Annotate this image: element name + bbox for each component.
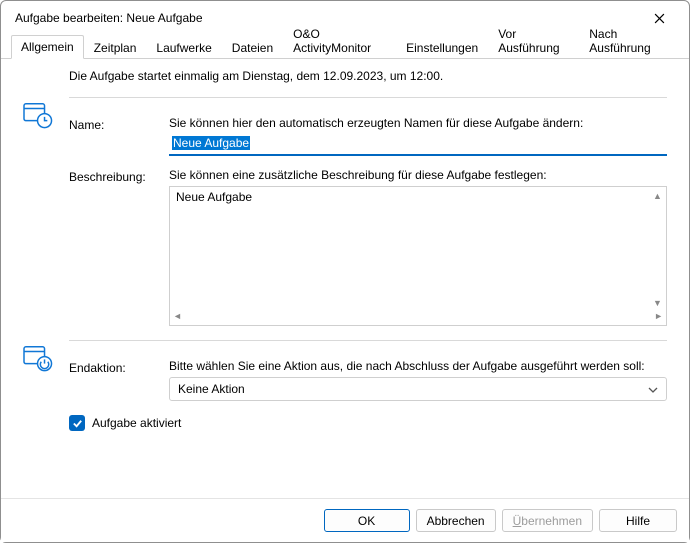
name-input[interactable]: Neue Aufgabe xyxy=(169,134,667,156)
section-icon-end xyxy=(23,340,69,375)
name-input-value: Neue Aufgabe xyxy=(172,136,250,150)
endaction-value: Keine Aktion xyxy=(178,382,245,396)
description-label: Beschreibung: xyxy=(69,168,169,326)
dialog-footer: OK Abbrechen Übernehmen Hilfe xyxy=(1,498,689,542)
tab-content: Die Aufgabe startet einmalig am Dienstag… xyxy=(1,59,689,498)
tab-nach-ausfuehrung[interactable]: Nach Ausführung xyxy=(579,22,679,59)
section-endaction: Endaktion: Bitte wählen Sie eine Aktion … xyxy=(23,340,667,405)
scroll-left-icon[interactable]: ◄ xyxy=(173,311,182,324)
hscroll[interactable]: ◄ ► xyxy=(171,311,665,324)
scroll-down-icon[interactable]: ▼ xyxy=(650,295,665,310)
apply-button[interactable]: Übernehmen xyxy=(502,509,593,532)
endaction-label: Endaktion: xyxy=(69,359,169,401)
description-value: Neue Aufgabe xyxy=(170,187,666,311)
tab-einstellungen[interactable]: Einstellungen xyxy=(396,36,488,59)
section-general: Name: Sie können hier den automatisch er… xyxy=(23,97,667,330)
dialog-window: Aufgabe bearbeiten: Neue Aufgabe Allgeme… xyxy=(0,0,690,543)
endaction-select[interactable]: Keine Aktion xyxy=(169,377,667,401)
calendar-power-icon xyxy=(23,344,53,372)
task-enabled-label: Aufgabe aktiviert xyxy=(92,416,181,430)
tab-allgemein[interactable]: Allgemein xyxy=(11,35,84,59)
tab-laufwerke[interactable]: Laufwerke xyxy=(146,36,221,59)
field-endaction: Endaktion: Bitte wählen Sie eine Aktion … xyxy=(69,359,667,401)
endaction-hint: Bitte wählen Sie eine Aktion aus, die na… xyxy=(169,359,667,373)
name-label: Name: xyxy=(69,116,169,156)
task-enabled-checkbox[interactable] xyxy=(69,415,85,431)
calendar-clock-icon xyxy=(23,101,53,129)
divider xyxy=(69,97,667,98)
tab-zeitplan[interactable]: Zeitplan xyxy=(84,36,147,59)
help-button[interactable]: Hilfe xyxy=(599,509,677,532)
description-hint: Sie können eine zusätzliche Beschreibung… xyxy=(169,168,667,182)
tab-dateien[interactable]: Dateien xyxy=(222,36,283,59)
cancel-button[interactable]: Abbrechen xyxy=(416,509,496,532)
field-description: Beschreibung: Sie können eine zusätzlich… xyxy=(69,168,667,326)
tab-vor-ausfuehrung[interactable]: Vor Ausführung xyxy=(488,22,579,59)
name-hint: Sie können hier den automatisch erzeugte… xyxy=(169,116,667,130)
section-icon-schedule xyxy=(23,97,69,132)
scroll-right-icon[interactable]: ► xyxy=(654,311,663,324)
checkbox-row: Aufgabe aktiviert xyxy=(23,415,667,431)
field-name: Name: Sie können hier den automatisch er… xyxy=(69,116,667,156)
intro-text: Die Aufgabe startet einmalig am Dienstag… xyxy=(23,69,667,83)
tab-activitymonitor[interactable]: O&O ActivityMonitor xyxy=(283,22,396,59)
description-textarea[interactable]: Neue Aufgabe ▲ ▼ ◄ ► xyxy=(169,186,667,326)
check-icon xyxy=(72,418,83,429)
tab-bar: Allgemein Zeitplan Laufwerke Dateien O&O… xyxy=(1,35,689,59)
ok-button[interactable]: OK xyxy=(324,509,410,532)
divider xyxy=(69,340,667,341)
chevron-down-icon xyxy=(648,382,658,396)
scroll-up-icon[interactable]: ▲ xyxy=(650,188,665,203)
